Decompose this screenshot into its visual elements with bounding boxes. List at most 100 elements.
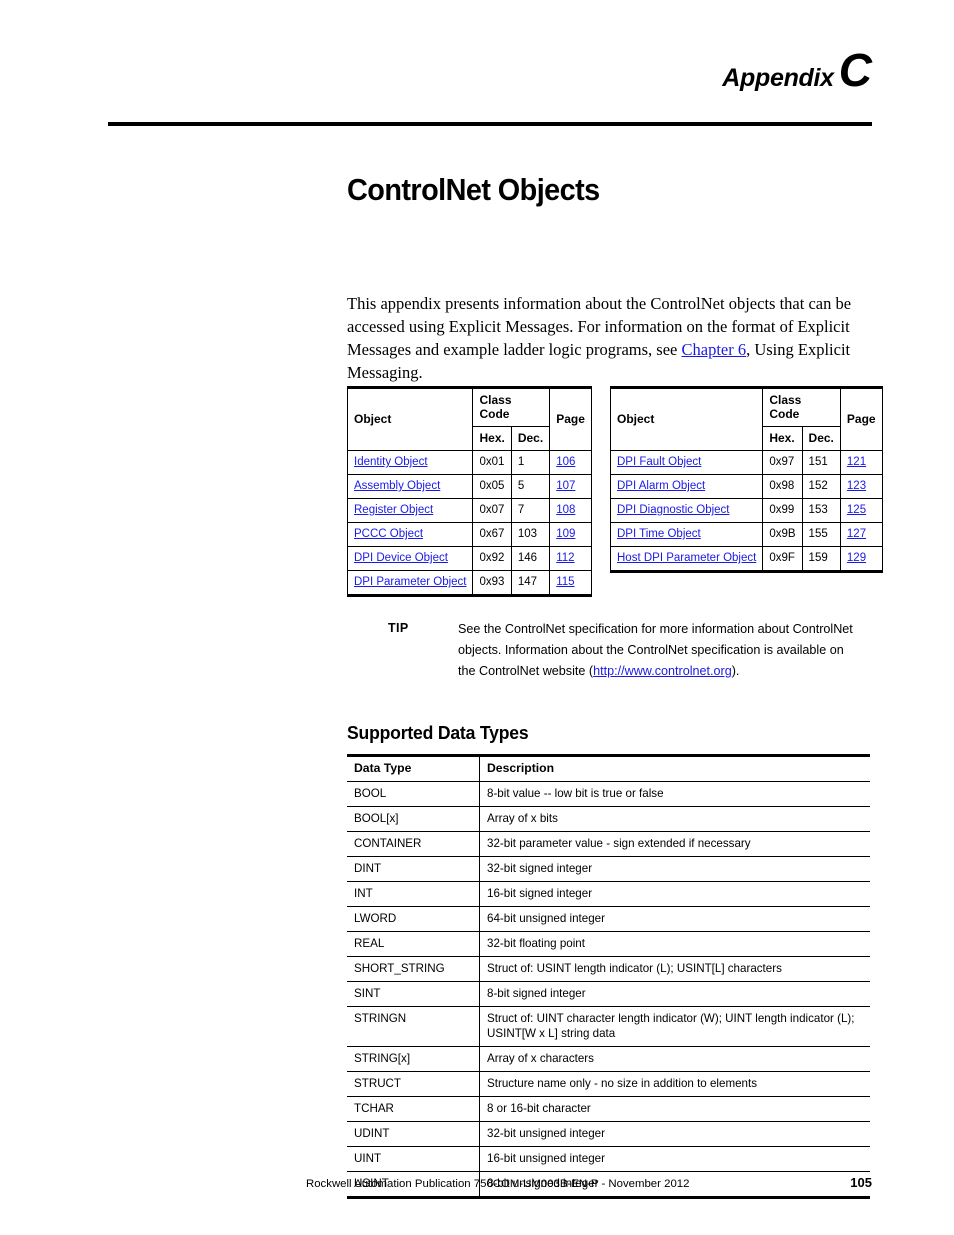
object-link[interactable]: DPI Alarm Object [617, 480, 705, 492]
footer-page-number: 105 [850, 1175, 872, 1190]
column-header-page: Page [549, 386, 592, 451]
dec-cell: 155 [801, 522, 841, 547]
section-heading-supported-data-types: Supported Data Types [347, 722, 529, 743]
data-type-cell: INT [347, 881, 480, 907]
page-link[interactable]: 107 [556, 480, 575, 492]
dec-cell: 7 [510, 498, 551, 523]
object-link[interactable]: DPI Diagnostic Object [617, 504, 730, 516]
column-header-hex: Hex. [472, 426, 512, 451]
object-link[interactable]: Assembly Object [354, 480, 440, 492]
object-table-left-head: Object Class Code Page Hex. Dec. [346, 386, 592, 451]
hex-cell: 0x01 [472, 450, 512, 475]
table-row: CONTAINER 32-bit parameter value - sign e… [347, 831, 870, 857]
chapter-6-link[interactable]: Chapter 6 [681, 340, 746, 359]
object-name-cell: DPI Diagnostic Object [609, 498, 764, 523]
column-header-object: Object [609, 386, 764, 451]
object-link[interactable]: DPI Fault Object [617, 456, 701, 468]
description-cell: Structure name only - no size in additio… [479, 1071, 870, 1097]
page-cell: 129 [839, 546, 883, 573]
hex-cell: 0x05 [472, 474, 512, 499]
dec-cell: 151 [801, 450, 841, 475]
dec-cell: 159 [801, 546, 841, 573]
page-link[interactable]: 123 [847, 480, 866, 492]
table-row: REAL 32-bit floating point [347, 931, 870, 957]
object-table-right: Object Class Code Page Hex. Dec. DPI Fau… [609, 386, 883, 573]
appendix-letter: C [838, 44, 872, 96]
table-header-row: Object Class Code Page [346, 386, 592, 451]
page-cell: 112 [549, 546, 592, 571]
dec-cell: 103 [510, 522, 551, 547]
description-cell: 32-bit parameter value - sign extended i… [479, 831, 870, 857]
column-header-dec: Dec. [801, 426, 841, 451]
object-link[interactable]: Identity Object [354, 456, 428, 468]
data-types-table-body: BOOL 8-bit value -- low bit is true or fa… [347, 781, 870, 1199]
object-name-cell: DPI Parameter Object [346, 570, 474, 597]
description-cell: 8-bit signed integer [479, 981, 870, 1007]
page-link[interactable]: 108 [556, 504, 575, 516]
table-header-row: Object Class Code Page [609, 386, 883, 451]
header-divider [108, 122, 872, 126]
table-row: BOOL[x] Array of x bits [347, 806, 870, 832]
page-link[interactable]: 106 [556, 456, 575, 468]
table-row: DPI Diagnostic Object 0x99 153 125 [609, 498, 883, 523]
data-type-cell: STRUCT [347, 1071, 480, 1097]
object-link[interactable]: DPI Time Object [617, 528, 701, 540]
page-link[interactable]: 129 [847, 552, 866, 564]
page-link[interactable]: 125 [847, 504, 866, 516]
description-cell: Struct of: USINT length indicator (L); U… [479, 956, 870, 982]
column-header-data-type: Data Type [347, 754, 480, 782]
table-row: Host DPI Parameter Object 0x9F 159 129 [609, 546, 883, 573]
page-link[interactable]: 112 [556, 552, 574, 564]
object-table-left-body: Identity Object 0x01 1 106 Assembly Obje… [346, 450, 592, 597]
appendix-header-line: Appendix C [722, 47, 872, 93]
page-link[interactable]: 109 [556, 528, 575, 540]
table-row: SHORT_STRING Struct of: USINT length indi… [347, 956, 870, 982]
appendix-header: Appendix C [108, 47, 872, 93]
page-title: ControlNet Objects [347, 172, 600, 207]
table-row: SINT 8-bit signed integer [347, 981, 870, 1007]
object-link[interactable]: Host DPI Parameter Object [617, 552, 756, 564]
object-link[interactable]: Register Object [354, 504, 433, 516]
page-link[interactable]: 121 [847, 456, 866, 468]
table-row: DPI Device Object 0x92 146 112 [346, 546, 592, 571]
table-row: UINT 16-bit unsigned integer [347, 1146, 870, 1172]
page-link[interactable]: 127 [847, 528, 866, 540]
footer-publication: Rockwell Automation Publication 750COM-U… [306, 1178, 690, 1190]
description-cell: 32-bit unsigned integer [479, 1121, 870, 1147]
page-cell: 121 [839, 450, 883, 475]
object-link[interactable]: PCCC Object [354, 528, 423, 540]
page-cell: 109 [549, 522, 592, 547]
data-type-cell: UINT [347, 1146, 480, 1172]
column-header-page: Page [839, 386, 883, 451]
dec-cell: 147 [510, 570, 551, 597]
hex-cell: 0x9B [762, 522, 803, 547]
data-type-cell: STRING[x] [347, 1046, 480, 1072]
appendix-label: Appendix [722, 64, 834, 92]
table-row: DPI Fault Object 0x97 151 121 [609, 450, 883, 475]
table-row: STRUCT Structure name only - no size in a… [347, 1071, 870, 1097]
dec-cell: 5 [510, 474, 551, 499]
page-cell: 115 [549, 570, 592, 597]
table-row: DPI Parameter Object 0x93 147 115 [346, 570, 592, 597]
table-row: STRING[x] Array of x characters [347, 1046, 870, 1072]
object-name-cell: Host DPI Parameter Object [609, 546, 764, 573]
object-table-right-head: Object Class Code Page Hex. Dec. [609, 386, 883, 451]
page-link[interactable]: 115 [556, 576, 574, 588]
hex-cell: 0x92 [472, 546, 512, 571]
column-header-class-code: Class Code [762, 386, 841, 427]
table-header-row: Data Type Description [347, 754, 870, 782]
table-row: Identity Object 0x01 1 106 [346, 450, 592, 475]
page-cell: 127 [839, 522, 883, 547]
controlnet-website-link[interactable]: http://www.controlnet.org [593, 664, 732, 678]
column-header-object: Object [346, 386, 474, 451]
table-row: DINT 32-bit signed integer [347, 856, 870, 882]
column-header-hex: Hex. [762, 426, 803, 451]
data-type-cell: DINT [347, 856, 480, 882]
object-table-left: Object Class Code Page Hex. Dec. Identit… [346, 386, 592, 597]
object-link[interactable]: DPI Parameter Object [354, 576, 466, 588]
object-name-cell: DPI Device Object [346, 546, 474, 571]
table-row: PCCC Object 0x67 103 109 [346, 522, 592, 547]
intro-paragraph: This appendix presents information about… [347, 292, 855, 384]
object-link[interactable]: DPI Device Object [354, 552, 448, 564]
data-type-cell: SHORT_STRING [347, 956, 480, 982]
